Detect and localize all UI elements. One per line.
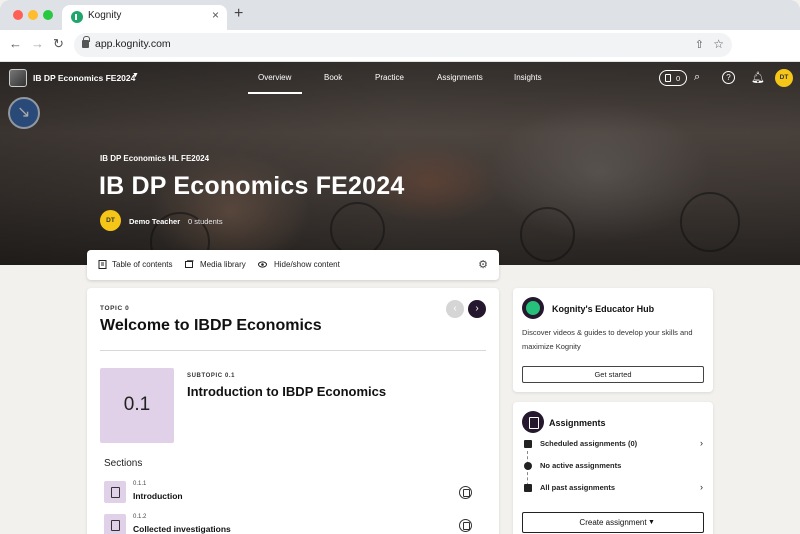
hub-description: Discover videos & guides to develop your… xyxy=(522,328,693,351)
gear-icon[interactable]: ⚙ xyxy=(478,258,488,271)
topic-title: Welcome to IBDP Economics xyxy=(100,317,322,334)
clock-icon xyxy=(524,462,532,470)
search-icon[interactable]: ⌕ xyxy=(694,71,700,84)
subtopic-label: SUBTOPIC 0.1 xyxy=(187,373,236,379)
assign-section-icon[interactable] xyxy=(459,519,472,532)
back-arrow-icon[interactable]: ← xyxy=(9,36,22,51)
section-page-icon xyxy=(104,514,126,534)
calendar-check-icon xyxy=(524,484,532,492)
create-assignment-button[interactable]: Create assignment ▼ xyxy=(522,512,704,533)
assignment-counter-button[interactable]: 0 xyxy=(659,70,687,86)
nav-practice[interactable]: Practice xyxy=(375,73,404,82)
calendar-icon xyxy=(524,440,532,448)
course-thumbnail[interactable] xyxy=(9,69,27,87)
create-assignment-label: Create assignment xyxy=(579,518,647,527)
section-title[interactable]: Collected investigations xyxy=(133,524,231,534)
active-assignments-row: No active assignments xyxy=(522,460,707,474)
row-label: All past assignments xyxy=(540,483,616,492)
section-number: 0.1.1 xyxy=(133,481,147,487)
bell-icon[interactable]: 🔔︎ xyxy=(751,71,765,84)
nav-active-indicator xyxy=(248,92,302,94)
previous-topic-button[interactable]: ‹ xyxy=(446,300,464,318)
forward-arrow-icon[interactable]: → xyxy=(31,36,44,51)
educator-hub-icon xyxy=(522,297,544,319)
address-bar[interactable]: app.kognity.com ⇧ ☆ xyxy=(74,33,732,57)
browser-toolbar: ← → ↻ app.kognity.com ⇧ ☆ xyxy=(0,30,800,62)
nav-assignments[interactable]: Assignments xyxy=(437,73,483,82)
browser-tab[interactable]: Kognity × xyxy=(62,5,227,30)
table-of-contents-button[interactable]: Table of contents xyxy=(112,260,172,269)
row-label: No active assignments xyxy=(540,461,622,470)
course-title: IB DP Economics FE2024 xyxy=(99,172,405,200)
course-switcher-label[interactable]: IB DP Economics FE2024 xyxy=(33,73,135,83)
educator-hub-card: Kognity's Educator Hub Discover videos &… xyxy=(513,288,713,392)
hide-show-content-button[interactable]: Hide/show content xyxy=(274,260,340,269)
student-count: 0 students xyxy=(188,217,223,226)
assignments-title: Assignments xyxy=(549,418,606,428)
hub-title: Kognity's Educator Hub xyxy=(552,304,655,314)
divider xyxy=(100,350,486,351)
section-number: 0.1.2 xyxy=(133,514,147,520)
section-row[interactable]: 0.1.2 Collected investigations xyxy=(104,514,484,534)
close-tab-icon[interactable]: × xyxy=(212,8,219,22)
minimize-window-button[interactable] xyxy=(28,10,38,20)
section-row[interactable]: 0.1.1 Introduction xyxy=(104,481,484,507)
close-window-button[interactable] xyxy=(13,10,23,20)
teacher-avatar: DT xyxy=(100,210,121,231)
clipboard-icon xyxy=(522,411,544,433)
subtopic-tile[interactable]: 0.1 xyxy=(100,368,174,443)
new-tab-button[interactable]: + xyxy=(234,5,243,23)
kognity-favicon-icon xyxy=(71,11,83,23)
user-avatar[interactable]: DT xyxy=(775,69,793,87)
course-subtitle: IB DP Economics HL FE2024 xyxy=(100,154,210,163)
book-icon xyxy=(98,260,107,269)
clipboard-icon xyxy=(665,74,671,82)
media-library-icon xyxy=(185,260,194,268)
course-hero-banner: IB DP Economics FE2024 ▼ Overview Book P… xyxy=(0,62,800,265)
chevron-right-icon[interactable]: › xyxy=(700,482,703,492)
subtopic-number: 0.1 xyxy=(123,394,151,415)
browser-window: Kognity × + ← → ↻ app.kognity.com ⇧ ☆ IB… xyxy=(0,0,800,534)
section-page-icon xyxy=(104,481,126,503)
share-icon[interactable]: ⇧ xyxy=(695,38,704,51)
nav-book[interactable]: Book xyxy=(324,73,342,82)
media-library-button[interactable]: Media library xyxy=(200,260,246,269)
content-toolbar: Table of contents Media library Hide/sho… xyxy=(87,250,499,280)
get-started-button[interactable]: Get started xyxy=(522,366,704,383)
nav-insights[interactable]: Insights xyxy=(514,73,542,82)
past-assignments-row[interactable]: All past assignments › xyxy=(522,482,707,496)
caret-down-icon: ▼ xyxy=(648,519,655,526)
url-text[interactable]: app.kognity.com xyxy=(95,38,171,50)
assign-section-icon[interactable] xyxy=(459,486,472,499)
sections-heading: Sections xyxy=(104,458,143,469)
lock-icon xyxy=(82,36,90,48)
next-topic-button[interactable]: › xyxy=(468,300,486,318)
subtopic-title[interactable]: Introduction to IBDP Economics xyxy=(187,384,386,399)
eye-icon xyxy=(258,261,267,268)
browser-tab-bar: Kognity × + xyxy=(0,0,800,30)
bookmark-star-icon[interactable]: ☆ xyxy=(713,37,724,51)
nav-overview[interactable]: Overview xyxy=(258,73,291,82)
tab-title: Kognity xyxy=(88,10,122,21)
topic-label: TOPIC 0 xyxy=(100,305,130,312)
row-label: Scheduled assignments (0) xyxy=(540,439,638,448)
section-title[interactable]: Introduction xyxy=(133,491,183,501)
course-top-nav: IB DP Economics FE2024 ▼ Overview Book P… xyxy=(0,62,800,94)
scheduled-assignments-row[interactable]: Scheduled assignments (0) › xyxy=(522,438,707,452)
caret-down-icon[interactable]: ▼ xyxy=(132,72,139,79)
help-icon[interactable]: ? xyxy=(722,71,735,84)
maximize-window-button[interactable] xyxy=(43,10,53,20)
teacher-name: Demo Teacher xyxy=(129,217,181,226)
assignments-card: Assignments Scheduled assignments (0) › … xyxy=(513,402,713,534)
chevron-right-icon[interactable]: › xyxy=(700,438,703,448)
topic-card: TOPIC 0 Welcome to IBDP Economics ‹ › 0.… xyxy=(87,288,499,534)
counter-value: 0 xyxy=(676,74,681,83)
reload-icon[interactable]: ↻ xyxy=(53,36,64,52)
